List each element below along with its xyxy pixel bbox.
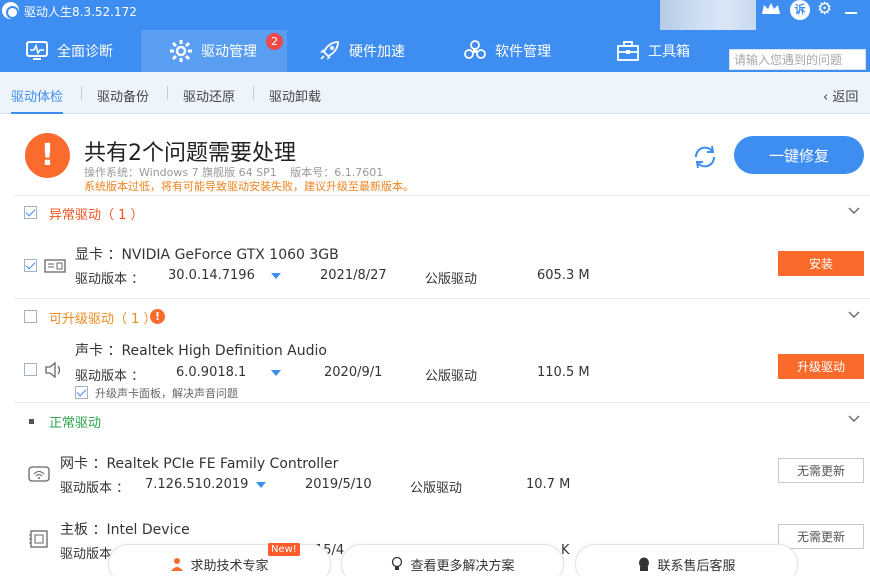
tab-hardware-accel[interactable]: 硬件加速 xyxy=(317,30,405,72)
driver-type: 公版驱动 xyxy=(425,369,478,384)
version-dropdown-icon[interactable] xyxy=(271,273,281,279)
chevron-left-icon: ‹ xyxy=(823,90,833,105)
rocket-icon xyxy=(317,39,341,63)
audio-panel-hint: 升级声卡面板，解决声音问题 xyxy=(95,387,238,400)
install-button[interactable]: 安装 xyxy=(778,251,864,276)
divider xyxy=(14,195,870,196)
driver-type: 公版驱动 xyxy=(425,272,478,287)
divider xyxy=(253,86,254,100)
chevron-down-icon[interactable] xyxy=(848,311,860,319)
tab-software-manage[interactable]: 软件管理 xyxy=(463,30,551,72)
tab-label: 全面诊断 xyxy=(57,44,113,60)
device-name-audio: 声卡 ：Realtek High Definition Audio xyxy=(75,343,327,359)
info-warning-icon[interactable]: ! xyxy=(150,309,165,324)
contact-service-label: 联系售后客服 xyxy=(657,558,736,574)
motherboard-icon xyxy=(29,530,48,548)
back-button[interactable]: ‹ 返回 xyxy=(823,86,858,105)
divider xyxy=(14,298,870,299)
driver-version: 6.0.9018.1 xyxy=(176,365,247,380)
speaker-icon xyxy=(45,361,61,379)
user-avatar[interactable] xyxy=(660,0,756,30)
apps-icon xyxy=(463,39,487,63)
device-checkbox-gpu[interactable] xyxy=(24,259,37,272)
device-checkbox-audio[interactable] xyxy=(24,363,37,376)
search-box[interactable] xyxy=(729,49,866,70)
subtab-driver-uninstall[interactable]: 驱动卸载 xyxy=(269,86,321,105)
version-label: 驱动版本 ： xyxy=(60,481,130,496)
refresh-icon[interactable] xyxy=(690,142,720,172)
crown-icon[interactable] xyxy=(760,0,782,18)
system-warning: 系统版本过低，将有可能导致驱动安装失败，建议升级至最新版本。 xyxy=(84,180,414,193)
section-upgradable-title: 可升级驱动（ 1 ） xyxy=(49,312,157,327)
app-logo-icon xyxy=(2,2,19,19)
notification-badge: 2 xyxy=(266,33,283,50)
gear-icon xyxy=(169,39,193,63)
minimize-button[interactable] xyxy=(845,12,857,14)
device-name-network: 网卡 ：Realtek PCIe FE Family Controller xyxy=(60,456,339,472)
driver-version: 30.0.14.7196 xyxy=(168,268,255,283)
tab-toolbox[interactable]: 工具箱 xyxy=(616,30,690,72)
version-label: 驱动版本 ： xyxy=(75,272,145,287)
section-upgradable-checkbox[interactable] xyxy=(24,310,37,323)
driver-version: 7.126.510.2019 xyxy=(145,477,249,492)
more-solutions-button[interactable]: 查看更多解决方案 xyxy=(341,544,564,576)
divider xyxy=(81,86,82,100)
contact-service-button[interactable]: 联系售后客服 xyxy=(575,544,798,576)
chevron-down-icon[interactable] xyxy=(848,415,860,423)
subtab-driver-check[interactable]: 驱动体检 xyxy=(11,86,64,114)
chevron-down-icon[interactable] xyxy=(848,207,860,215)
subtab-driver-restore[interactable]: 驱动还原 xyxy=(183,86,235,105)
app-title: 驱动人生8.3.52.172 xyxy=(24,5,137,19)
tab-diagnose[interactable]: 全面诊断 xyxy=(25,30,113,72)
vip-icon[interactable]: 诉 xyxy=(790,0,810,20)
driver-date: 2020/9/1 xyxy=(324,365,383,380)
bullet-icon xyxy=(29,419,34,424)
divider xyxy=(14,402,870,403)
back-label: 返回 xyxy=(832,90,859,105)
no-update-button[interactable]: 无需更新 xyxy=(778,458,864,483)
new-badge: New! xyxy=(268,543,300,556)
no-update-button[interactable]: 无需更新 xyxy=(778,524,864,549)
sub-tab-bar: 驱动体检 驱动备份 驱动还原 驱动卸载 ‹ 返回 xyxy=(0,72,870,114)
version-dropdown-icon[interactable] xyxy=(271,370,281,376)
driver-type: 公版驱动 xyxy=(410,481,463,496)
driver-size: 110.5 M xyxy=(537,365,590,380)
tab-label: 工具箱 xyxy=(648,44,690,60)
toolbox-icon xyxy=(616,39,640,63)
tab-driver-manage[interactable]: 驱动管理 xyxy=(141,30,287,72)
one-click-fix-button[interactable]: 一键修复 xyxy=(734,136,864,174)
device-name-gpu: 显卡 ：NVIDIA GeForce GTX 1060 3GB xyxy=(75,247,339,263)
device-name-motherboard: 主板 ：Intel Device xyxy=(60,522,190,538)
warning-icon: ! xyxy=(25,133,70,178)
tab-label: 驱动管理 xyxy=(201,44,257,60)
driver-date: 2019/5/10 xyxy=(305,477,372,492)
divider xyxy=(167,86,168,100)
driver-date: 2021/8/27 xyxy=(320,268,387,283)
search-input[interactable] xyxy=(730,50,865,69)
driver-size: 605.3 M xyxy=(537,268,590,283)
lightbulb-icon xyxy=(390,556,404,572)
network-card-icon xyxy=(28,466,50,482)
section-normal-title: 正常驱动 xyxy=(49,416,102,431)
monitor-pulse-icon xyxy=(25,39,49,63)
upgrade-driver-button[interactable]: 升级驱动 xyxy=(778,354,864,379)
version-label: 驱动版本 ： xyxy=(75,369,145,384)
section-abnormal-checkbox[interactable] xyxy=(24,206,37,219)
subtab-driver-backup[interactable]: 驱动备份 xyxy=(97,86,149,105)
driver-size: 10.7 M xyxy=(526,477,571,492)
audio-panel-checkbox[interactable] xyxy=(75,386,88,399)
section-abnormal-title: 异常驱动（ 1 ） xyxy=(49,208,144,223)
service-icon xyxy=(637,557,651,571)
title-bar: 驱动人生8.3.52.172 诉 ⚙ xyxy=(0,0,870,30)
more-solutions-label: 查看更多解决方案 xyxy=(410,558,515,574)
tab-label: 硬件加速 xyxy=(349,44,405,60)
ask-expert-label: 求助技术专家 xyxy=(190,558,269,574)
person-icon xyxy=(170,557,184,571)
graphics-card-icon xyxy=(44,259,66,273)
tab-label: 软件管理 xyxy=(495,44,551,60)
summary-title: 共有2个问题需要处理 xyxy=(84,141,296,166)
settings-icon[interactable]: ⚙ xyxy=(817,0,835,18)
version-dropdown-icon[interactable] xyxy=(256,482,266,488)
